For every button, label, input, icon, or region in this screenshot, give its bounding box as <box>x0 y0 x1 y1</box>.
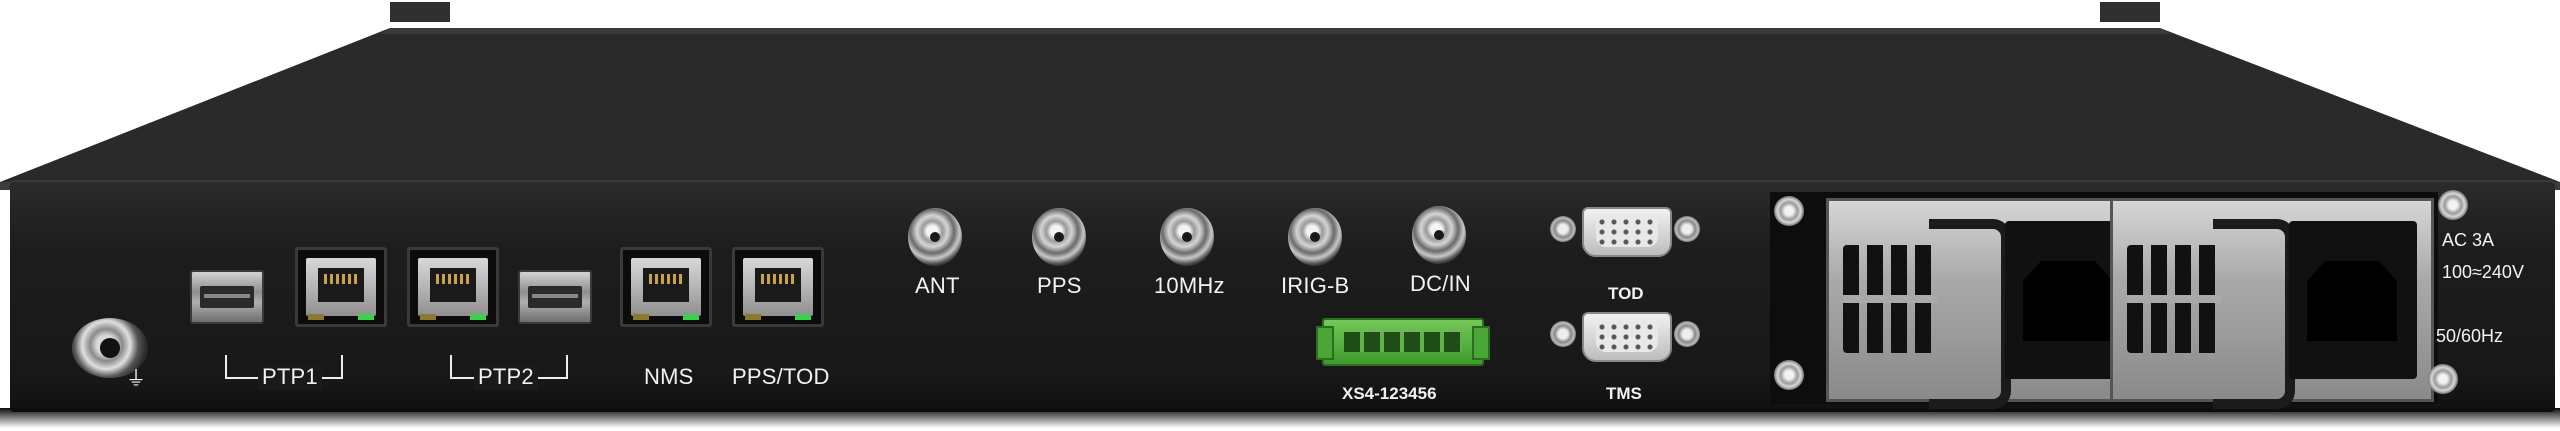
tod-label: TOD <box>1608 284 1644 303</box>
irig-b-label: IRIG-B <box>1281 273 1350 298</box>
tms-label: TMS <box>1606 384 1642 403</box>
10mhz-label: 10MHz <box>1154 273 1225 298</box>
psu-screw-bottom-right <box>2428 364 2458 394</box>
ant-bnc-connector[interactable] <box>908 208 962 266</box>
nms-rj45-port[interactable] <box>620 247 712 327</box>
pps-tod-label: PPS/TOD <box>732 364 830 389</box>
dc-in-label: DC/IN <box>1410 271 1471 296</box>
pps-label: PPS <box>1037 273 1082 298</box>
voltage-range-label: 100≈240V <box>2442 262 2524 282</box>
front-shadow <box>0 408 2560 428</box>
ant-label: ANT <box>915 273 960 298</box>
ptp1-rj45-port[interactable] <box>295 247 387 327</box>
psu-screw-bottom-left <box>1774 360 1804 390</box>
terminal-block[interactable] <box>1316 318 1490 366</box>
tms-db-connector[interactable] <box>1550 310 1700 362</box>
chassis-top-panel <box>0 2 2560 190</box>
pps-bnc-connector[interactable] <box>1032 208 1086 266</box>
irig-b-bnc-connector[interactable] <box>1288 208 1342 266</box>
dc-in-power-jack[interactable] <box>1412 206 1466 264</box>
ptp1-label: PTP1 <box>258 364 322 390</box>
terminal-block-label: XS4-123456 <box>1342 384 1437 403</box>
psu-module-2[interactable] <box>2110 198 2434 409</box>
nms-label: NMS <box>644 364 694 389</box>
ac-rating-label: AC 3A <box>2442 230 2495 250</box>
frequency-label: 50/60Hz <box>2436 326 2504 346</box>
10mhz-bnc-connector[interactable] <box>1160 208 1214 266</box>
ptp1-sfp-port[interactable] <box>190 270 264 324</box>
iec-inlet-2[interactable] <box>2289 221 2417 379</box>
tod-db-connector[interactable] <box>1550 205 1700 257</box>
ptp2-sfp-port[interactable] <box>518 270 592 324</box>
psu-screw-top-left <box>1774 196 1804 226</box>
ptp2-rj45-port[interactable] <box>407 247 499 327</box>
pps-tod-rj45-port[interactable] <box>732 247 824 327</box>
psu-screw-top-right <box>2438 190 2468 220</box>
ptp2-label: PTP2 <box>474 364 538 390</box>
psu-module-1[interactable] <box>1826 198 2150 409</box>
ground-symbol-icon: ⏚ <box>126 368 146 390</box>
